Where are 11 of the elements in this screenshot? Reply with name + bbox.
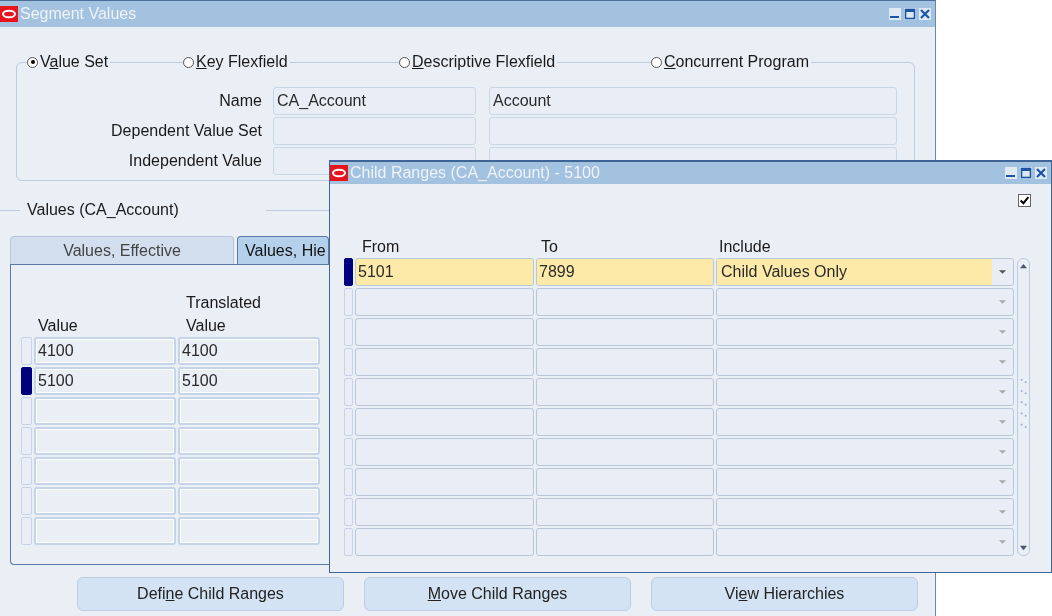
field-label: Name: [218, 92, 262, 110]
field-label: Independent Value: [127, 152, 262, 170]
column-header: To: [540, 238, 559, 256]
column-header: From: [361, 238, 401, 256]
section-title: Values (CA_Account): [26, 201, 180, 219]
window-title: Child Ranges (CA_Account) - 5100: [350, 164, 600, 182]
window-title: Segment Values: [20, 5, 137, 23]
column-header: Translated Value: [185, 293, 262, 336]
column-header: Value: [37, 316, 79, 336]
field-label: Dependent Value Set: [110, 122, 262, 140]
column-header: Include: [718, 238, 772, 256]
